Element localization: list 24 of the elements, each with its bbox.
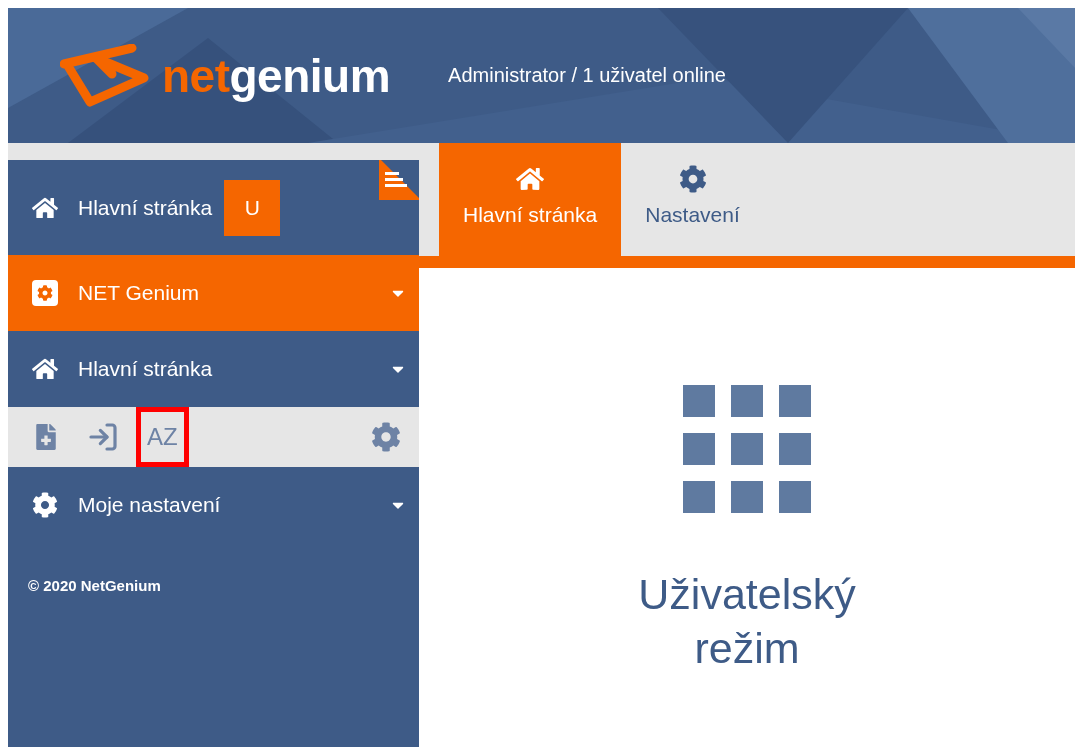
home-icon xyxy=(32,356,58,382)
logo-wordmark: netgenium xyxy=(162,48,391,103)
sidebar-item-label: Moje nastavení xyxy=(78,493,221,517)
corner-list-icon[interactable] xyxy=(379,160,419,200)
app-icon xyxy=(32,280,58,306)
copyright: © 2020 NetGenium xyxy=(27,576,162,594)
sign-in-icon xyxy=(87,421,119,453)
mode-title: Uživatelský režim xyxy=(637,569,857,674)
user-mode-badge[interactable]: U xyxy=(224,179,281,236)
tab[interactable]: Hlavní stránka xyxy=(439,143,622,256)
settings-icon xyxy=(678,165,707,193)
home-icon xyxy=(516,165,545,193)
settings-icon xyxy=(32,492,58,518)
sidebar-item-label[interactable]: Hlavní stránka xyxy=(78,195,213,220)
tab[interactable]: Nastavení xyxy=(621,143,764,256)
grid-icon xyxy=(683,385,811,513)
sidebar-item-label: NET Genium xyxy=(78,281,199,305)
logo-icon xyxy=(60,43,150,108)
user-info: Administrator / 1 uživatel online xyxy=(448,64,726,87)
settings-icon[interactable] xyxy=(371,422,401,452)
sidebar-item[interactable]: NET Genium xyxy=(8,255,419,331)
sort-button[interactable]: AZ xyxy=(136,407,189,467)
sidebar-item-label: Hlavní stránka xyxy=(78,357,213,381)
file-plus-icon xyxy=(33,424,59,450)
